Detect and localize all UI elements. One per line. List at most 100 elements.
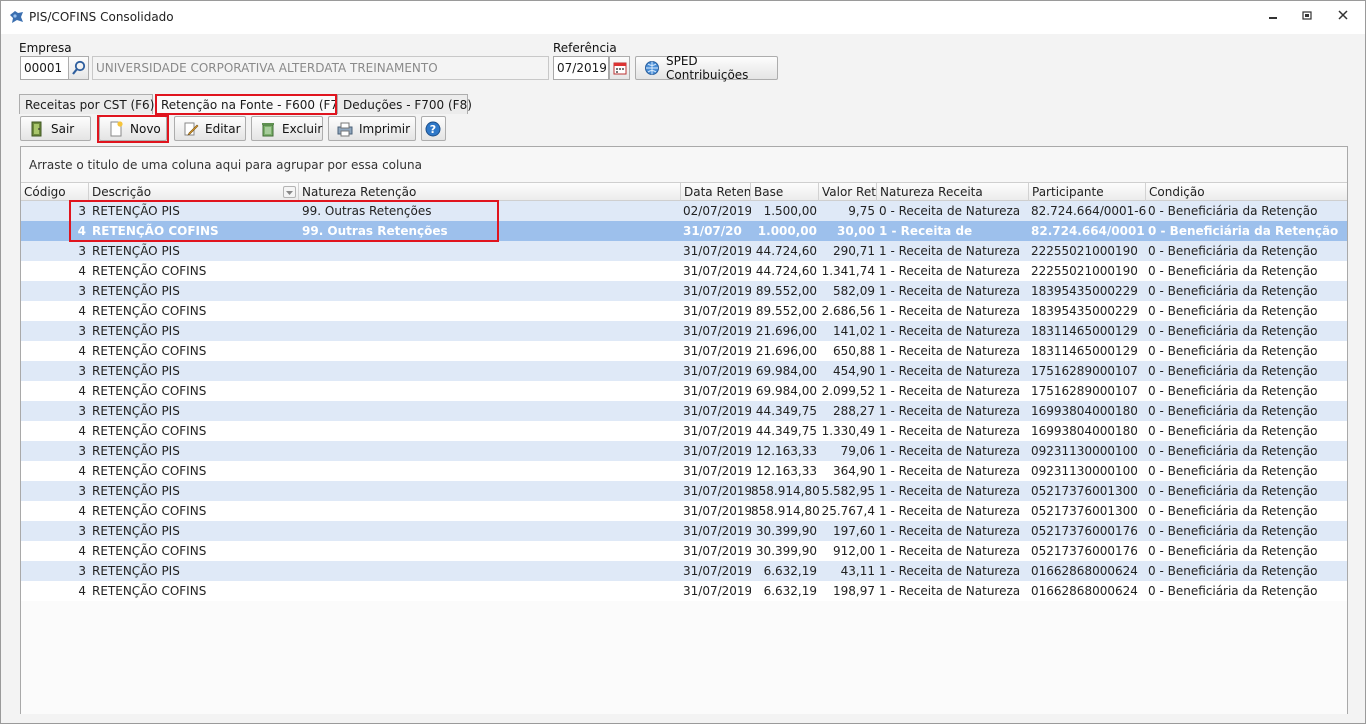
column-header-valor-ret[interactable]: Valor Ret xyxy=(819,183,877,201)
table-row[interactable]: 4 RETENÇÃO COFINS 31/07/2019 21.696,00 650,8… xyxy=(21,341,1347,361)
filter-dropdown-icon[interactable] xyxy=(283,186,296,198)
imprimir-button[interactable]: Imprimir xyxy=(328,116,416,141)
cell-cond: 0 - Beneficiária da Retenção xyxy=(1148,304,1318,318)
data-grid: Arraste o titulo de uma coluna aqui para… xyxy=(20,146,1348,714)
sair-button[interactable]: Sair xyxy=(20,116,91,141)
cell-desc: RETENÇÃO PIS xyxy=(92,444,180,458)
table-row[interactable]: 4 RETENÇÃO COFINS 31/07/2019 30.399,90 912,0… xyxy=(21,541,1347,561)
novo-button[interactable]: Novo xyxy=(99,116,167,141)
column-header-natureza-retencao[interactable]: Natureza Retenção xyxy=(299,183,681,201)
cell-natrec: 1 - Receita de Natureza xyxy=(879,564,1021,578)
table-row[interactable]: 4 RETENÇÃO COFINS 31/07/2019 858.914,80 25.7… xyxy=(21,501,1347,521)
cell-valor: 582,09 xyxy=(833,284,875,298)
cell-desc: RETENÇÃO PIS xyxy=(92,524,180,538)
cell-cod: 3 xyxy=(78,364,86,378)
cell-data: 31/07/2019 xyxy=(683,364,751,378)
cell-valor: 650,88 xyxy=(833,344,875,358)
edit-pencil-icon xyxy=(183,121,199,137)
main-window: PIS/COFINS Consolidado Empresa 00001 UNI… xyxy=(0,0,1366,724)
cell-desc: RETENÇÃO PIS xyxy=(92,204,180,218)
sped-label: SPED Contribuições xyxy=(666,54,749,82)
table-row[interactable]: 3 RETENÇÃO PIS 31/07/2019 21.696,00 141,02 1 … xyxy=(21,321,1347,341)
tab-retencao-fonte[interactable]: Retenção na Fonte - F600 (F7) xyxy=(155,94,343,115)
table-row[interactable]: 3 RETENÇÃO PIS 31/07/2019 6.632,19 43,11 1 - … xyxy=(21,561,1347,581)
empresa-code-field[interactable]: 00001 xyxy=(20,56,69,80)
cell-valor: 25.767,4 xyxy=(821,504,875,518)
cell-cod: 4 xyxy=(78,464,86,478)
calendar-button[interactable] xyxy=(609,56,630,80)
cell-cod: 3 xyxy=(78,244,86,258)
tab-receitas-cst[interactable]: Receitas por CST (F6) xyxy=(19,94,154,114)
cell-part: 22255021000190 xyxy=(1031,264,1138,278)
cell-desc: RETENÇÃO COFINS xyxy=(92,264,207,278)
maximize-button[interactable] xyxy=(1297,9,1317,25)
column-header-natureza-receita[interactable]: Natureza Receita xyxy=(877,183,1029,201)
cell-desc: RETENÇÃO PIS xyxy=(92,404,180,418)
table-row[interactable]: 4 RETENÇÃO COFINS 31/07/2019 44.724,60 1.341… xyxy=(21,261,1347,281)
window-title: PIS/COFINS Consolidado xyxy=(29,10,174,24)
cell-base: 44.349,75 xyxy=(755,424,817,438)
cell-cond: 0 - Beneficiária da Retenção xyxy=(1148,204,1318,218)
tab-deducoes[interactable]: Deduções - F700 (F8) xyxy=(337,94,472,114)
cell-nat: 99. Outras Retenções xyxy=(302,204,432,218)
excluir-button[interactable]: Excluir xyxy=(251,116,323,141)
column-header-participante[interactable]: Participante xyxy=(1029,183,1146,201)
table-row[interactable]: 4 RETENÇÃO COFINS 31/07/2019 89.552,00 2.686… xyxy=(21,301,1347,321)
table-row[interactable]: 4 RETENÇÃO COFINS 31/07/2019 69.984,00 2.099… xyxy=(21,381,1347,401)
cell-desc: RETENÇÃO COFINS xyxy=(92,304,207,318)
table-row[interactable]: 3 RETENÇÃO PIS 31/07/2019 12.163,33 79,06 1 -… xyxy=(21,441,1347,461)
minimize-button[interactable] xyxy=(1263,9,1283,25)
new-document-icon xyxy=(108,120,124,137)
sped-contribuicoes-button[interactable]: SPED Contribuições xyxy=(635,54,778,82)
cell-valor: 141,02 xyxy=(833,324,875,338)
referencia-field[interactable]: 07/2019 xyxy=(553,56,609,80)
cell-natrec: 1 - Receita de Natureza xyxy=(879,364,1021,378)
cell-cod: 4 xyxy=(78,344,86,358)
cell-data: 31/07/2019 xyxy=(683,304,751,318)
table-row[interactable]: 3 RETENÇÃO PIS 31/07/2019 858.914,80 5.582,9… xyxy=(21,481,1347,501)
svg-text:?: ? xyxy=(430,123,436,136)
editar-button[interactable]: Editar xyxy=(174,116,246,141)
cell-nat xyxy=(302,441,679,461)
table-row[interactable]: 3 RETENÇÃO PIS 31/07/2019 44.724,60 290,71 1 … xyxy=(21,241,1347,261)
table-row[interactable]: 3 RETENÇÃO PIS 99. Outras Retenções 02/07/2… xyxy=(21,201,1347,221)
table-row[interactable]: 4 RETENÇÃO COFINS 31/07/2019 44.349,75 1.330… xyxy=(21,421,1347,441)
minimize-icon xyxy=(1269,17,1277,19)
cell-desc: RETENÇÃO PIS xyxy=(92,244,180,258)
cell-cod: 4 xyxy=(77,224,86,238)
cell-nat xyxy=(302,281,679,301)
cell-base: 1.000,00 xyxy=(757,224,817,238)
cell-data: 31/07/2019 xyxy=(683,244,751,258)
cell-nat xyxy=(302,241,679,261)
help-button[interactable]: ? xyxy=(421,116,446,141)
column-header-base[interactable]: Base xyxy=(751,183,819,201)
table-row[interactable]: 3 RETENÇÃO PIS 31/07/2019 89.552,00 582,09 1 … xyxy=(21,281,1347,301)
cell-valor: 43,11 xyxy=(840,564,875,578)
close-button[interactable] xyxy=(1333,9,1353,25)
cell-nat xyxy=(302,521,679,541)
table-row[interactable]: 4 RETENÇÃO COFINS 31/07/2019 12.163,33 364,9… xyxy=(21,461,1347,481)
table-row[interactable]: 3 RETENÇÃO PIS 31/07/2019 30.399,90 197,60 1 … xyxy=(21,521,1347,541)
cell-cond: 0 - Beneficiária da Retenção xyxy=(1148,224,1339,238)
empresa-name-field: UNIVERSIDADE CORPORATIVA ALTERDATA TREIN… xyxy=(92,56,549,80)
table-row[interactable]: 4 RETENÇÃO COFINS 31/07/2019 6.632,19 198,97… xyxy=(21,581,1347,601)
cell-part: 05217376001300 xyxy=(1031,484,1138,498)
column-header-data-reten[interactable]: Data Reten xyxy=(681,183,751,201)
group-by-panel[interactable]: Arraste o titulo de uma coluna aqui para… xyxy=(21,147,1347,182)
column-header-codigo[interactable]: Código xyxy=(21,183,89,201)
cell-cond: 0 - Beneficiária da Retenção xyxy=(1148,504,1318,518)
table-row[interactable]: 3 RETENÇÃO PIS 31/07/2019 44.349,75 288,27 1 … xyxy=(21,401,1347,421)
globe-icon xyxy=(644,60,660,76)
column-header-condicao[interactable]: Condição xyxy=(1146,183,1349,201)
empresa-search-button[interactable] xyxy=(68,56,89,80)
table-row-selected[interactable]: 4 RETENÇÃO COFINS 99. Outras Retenções 31/0… xyxy=(21,221,1347,241)
cell-cod: 4 xyxy=(78,304,86,318)
column-header-descricao[interactable]: Descrição xyxy=(89,183,299,201)
cell-data: 31/07/2019 xyxy=(683,484,751,498)
cell-nat xyxy=(302,401,679,421)
table-row[interactable]: 3 RETENÇÃO PIS 31/07/2019 69.984,00 454,90 1 … xyxy=(21,361,1347,381)
cell-cod: 4 xyxy=(78,424,86,438)
cell-natrec: 1 - Receita de Natureza xyxy=(879,444,1021,458)
cell-data: 31/07/2019 xyxy=(683,424,751,438)
cell-cond: 0 - Beneficiária da Retenção xyxy=(1148,564,1318,578)
